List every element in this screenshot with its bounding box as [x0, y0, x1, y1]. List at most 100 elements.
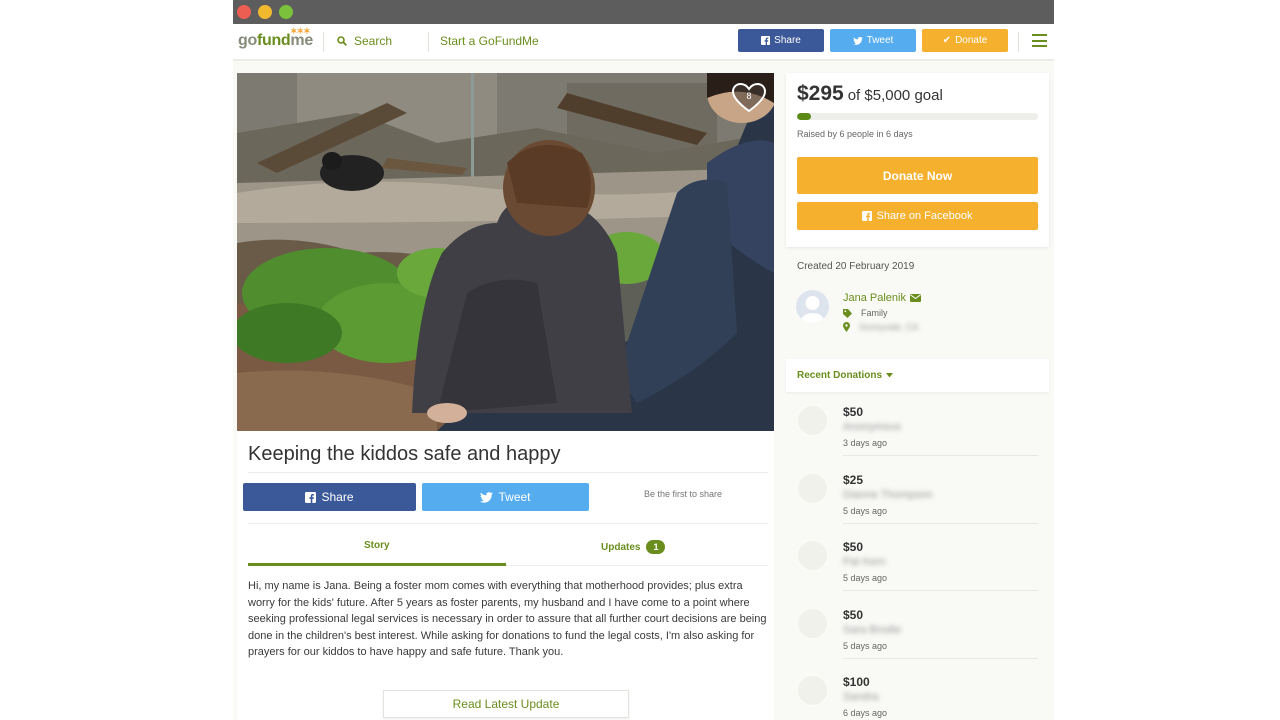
- top-navbar: gofundme ✶✶✶ Search Start a GoFundMe Sha…: [233, 24, 1054, 61]
- donation-time: 3 days ago: [843, 438, 888, 448]
- organizer-name: Jana Palenik: [843, 292, 906, 304]
- checkmark-icon: ✔: [942, 35, 952, 46]
- recent-donations-header[interactable]: Recent Donations: [786, 359, 1049, 392]
- nav-divider: [323, 32, 324, 52]
- donation-amount: $100: [843, 675, 870, 689]
- campaign-photo: 8: [237, 73, 774, 431]
- donation-time: 5 days ago: [843, 573, 888, 583]
- facebook-icon: [761, 36, 771, 45]
- search-link[interactable]: Search: [337, 34, 392, 48]
- organizer-avatar: [796, 290, 829, 323]
- raised-summary: $295 of $5,000 goal: [797, 82, 943, 106]
- facebook-icon: [862, 211, 873, 221]
- zoo-photo-illustration: [237, 73, 774, 431]
- raised-amount: $295: [797, 82, 844, 105]
- updates-count-badge: 1: [646, 540, 666, 554]
- donor-avatar: [796, 539, 829, 572]
- goal-progress-fill: [797, 113, 812, 120]
- tab-story[interactable]: Story: [364, 540, 390, 551]
- hamburger-menu-icon[interactable]: [1032, 34, 1047, 51]
- search-label: Search: [354, 34, 393, 48]
- twitter-icon: [480, 491, 494, 503]
- goal-card: $295 of $5,000 goal Raised by 6 people i…: [786, 73, 1049, 247]
- search-icon: [337, 36, 347, 46]
- nav-tweet-button[interactable]: Tweet: [830, 29, 916, 52]
- donation-amount: $25: [843, 472, 864, 487]
- divider: [248, 523, 768, 524]
- logo-sun-icon: ✶✶✶: [290, 26, 311, 36]
- donation-divider: [843, 455, 1038, 456]
- donation-time: 5 days ago: [843, 505, 888, 516]
- logo-go: go: [238, 32, 257, 49]
- heart-button[interactable]: 8: [731, 82, 767, 113]
- donation-amount: $50: [843, 540, 864, 554]
- twitter-icon: [852, 36, 863, 45]
- donor-avatar: [796, 674, 829, 707]
- donor-avatar: [796, 606, 829, 640]
- start-gofundme-link[interactable]: Start a GoFundMe: [440, 34, 539, 48]
- window-titlebar: [233, 0, 1054, 24]
- raised-by-text: Raised by 6 people in 6 days: [797, 129, 913, 139]
- minimize-window-button[interactable]: [258, 5, 272, 19]
- tab-updates-label: Updates: [601, 541, 641, 553]
- maximize-window-button[interactable]: [279, 5, 293, 19]
- browser-window: gofundme ✶✶✶ Search Start a GoFundMe Sha…: [233, 0, 1054, 720]
- location-label: Sunnyvale, CA: [859, 322, 919, 332]
- facebook-share-button[interactable]: Share: [243, 483, 416, 511]
- tab-updates[interactable]: Updates 1: [601, 540, 666, 554]
- nav-share-label: Share: [774, 35, 801, 46]
- donor-avatar: [796, 404, 829, 437]
- tag-icon: [843, 308, 852, 318]
- gofundme-logo[interactable]: gofundme ✶✶✶: [238, 26, 313, 50]
- active-tab-indicator: [248, 563, 506, 566]
- heart-count: 8: [746, 91, 752, 101]
- nav-tweet-label: Tweet: [866, 35, 894, 46]
- caret-down-icon: [886, 373, 894, 378]
- share-on-facebook-button[interactable]: Share on Facebook: [797, 202, 1038, 230]
- read-latest-update-button[interactable]: Read Latest Update: [383, 690, 629, 718]
- donor-avatar: [796, 471, 829, 505]
- user-silhouette-icon: [800, 296, 825, 323]
- category-label: Family: [861, 308, 888, 318]
- nav-donate-button[interactable]: ✔ Donate: [922, 29, 1008, 52]
- created-date: Created 20 February 2019: [797, 261, 915, 272]
- donation-time: 5 days ago: [843, 640, 888, 651]
- donation-divider: [843, 590, 1038, 591]
- donation-divider: [843, 522, 1038, 524]
- donate-now-button[interactable]: Donate Now: [797, 157, 1038, 194]
- divider: [248, 472, 768, 473]
- nav-divider: [1018, 32, 1019, 52]
- nav-divider: [428, 32, 429, 52]
- donation-amount: $50: [843, 405, 864, 419]
- story-text: Hi, my name is Jana. Being a foster mom …: [248, 580, 767, 659]
- donation-amount: $50: [843, 607, 864, 622]
- nav-donate-label: Donate: [955, 35, 988, 46]
- donation-time: 6 days ago: [843, 708, 888, 718]
- donor-name: Dianne Thompson: [843, 488, 933, 501]
- recent-donations-dropdown[interactable]: Recent Donations: [797, 370, 894, 381]
- facebook-icon: [305, 491, 317, 503]
- share-label: Share: [321, 490, 354, 504]
- organizer-category: Family: [843, 308, 888, 318]
- logo-fund: fund: [256, 32, 291, 49]
- envelope-icon[interactable]: [910, 294, 921, 302]
- donor-name: Sara Brodie: [843, 623, 902, 636]
- location-pin-icon: [843, 322, 850, 332]
- tab-story-label: Story: [364, 540, 390, 551]
- tweet-button[interactable]: Tweet: [422, 483, 589, 511]
- recent-donations-label: Recent Donations: [797, 370, 883, 381]
- donor-name: Anonymous: [843, 421, 902, 433]
- share-on-facebook-label: Share on Facebook: [876, 210, 973, 222]
- donation-divider: [843, 657, 1038, 659]
- nav-share-button[interactable]: Share: [738, 29, 824, 52]
- tweet-label: Tweet: [498, 490, 531, 504]
- close-window-button[interactable]: [237, 5, 251, 19]
- campaign-card: Keeping the kiddos safe and happy Share …: [237, 431, 774, 720]
- organizer-location: Sunnyvale, CA: [843, 322, 919, 332]
- organizer-name-link[interactable]: Jana Palenik: [843, 292, 921, 304]
- donor-name: Sandra: [843, 691, 879, 703]
- campaign-title: Keeping the kiddos safe and happy: [248, 443, 561, 465]
- first-share-text: Be the first to share: [644, 489, 723, 499]
- donor-name: Pat Kern: [843, 556, 886, 568]
- goal-text: of $5,000 goal: [847, 87, 943, 104]
